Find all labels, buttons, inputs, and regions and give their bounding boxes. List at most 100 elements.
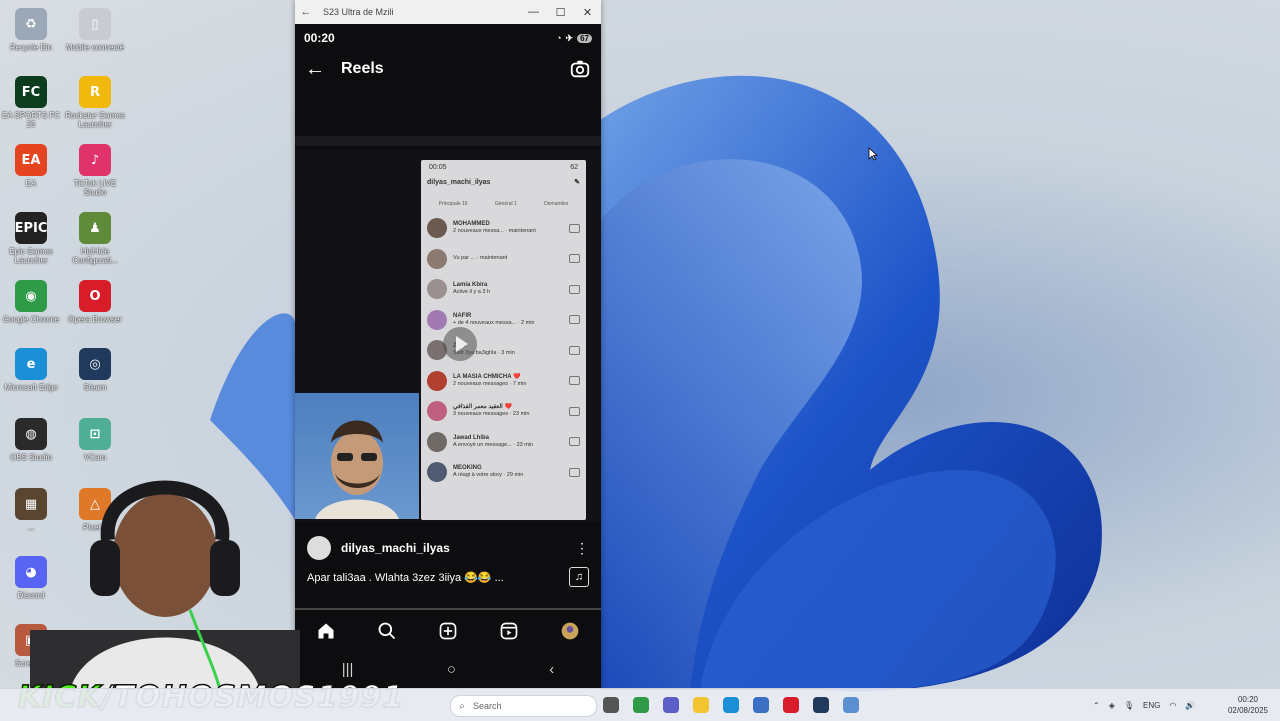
- search-icon[interactable]: [377, 621, 397, 641]
- wifi-icon[interactable]: ◠: [1169, 701, 1176, 710]
- taskbar-app-edge-icon[interactable]: [723, 697, 739, 713]
- mouse-cursor-icon: [868, 147, 878, 161]
- window-titlebar[interactable]: ← S23 Ultra de Mzili — ☐ ✕: [295, 0, 601, 24]
- desktop-icon[interactable]: O Opera Browser: [64, 280, 126, 324]
- maximize-button[interactable]: ☐: [547, 6, 574, 19]
- desktop-icon-label: Steam: [83, 383, 107, 392]
- clock-time: 00:20: [1237, 695, 1259, 704]
- list-item: Jawad Lhiba A envoyé un message... · 23 m…: [421, 427, 586, 458]
- list-item: LA MASIA CHMICHA ❤️ 2 nouveaux messages ·…: [421, 366, 586, 397]
- home-icon[interactable]: [316, 621, 336, 641]
- app-icon: R: [79, 76, 111, 108]
- desktop-icon[interactable]: ♪ TikTok LIVE Studio: [64, 144, 126, 197]
- camera-icon: [569, 345, 580, 355]
- message-preview: + de 4 nouveaux messa... · 2 min: [453, 319, 535, 326]
- desktop-icon[interactable]: ◍ OBS Studio: [0, 418, 62, 462]
- taskbar-app-store-icon[interactable]: [753, 697, 769, 713]
- taskbar-app-task-view-icon[interactable]: [603, 697, 619, 713]
- reel-video[interactable]: 00:05 62 dilyas_machi_ilyas ✎ Principale…: [295, 136, 601, 522]
- chevron-up-icon[interactable]: ⌃: [1093, 701, 1100, 710]
- desktop-icon[interactable]: ♻ Recycle Bin: [0, 8, 62, 52]
- desktop-icon[interactable]: ◎ Steam: [64, 348, 126, 392]
- more-options-icon[interactable]: ⋮: [575, 540, 589, 557]
- list-item: Lamia Kbira Active il y a 3 h: [421, 274, 586, 305]
- camera-icon: [569, 406, 580, 416]
- recent-apps-icon[interactable]: |||: [342, 661, 354, 678]
- network-icon[interactable]: ◈: [1109, 701, 1115, 710]
- reel-progress-bar[interactable]: [295, 608, 601, 610]
- app-icon: ▯: [79, 8, 111, 40]
- music-icon[interactable]: ♫: [569, 567, 589, 587]
- message-preview: 2 nouveaux messages · 7 min: [453, 380, 527, 387]
- app-icon: EPIC: [15, 212, 47, 244]
- desktop-icon-label: Mobile connecté: [65, 43, 125, 52]
- avatar: [427, 218, 447, 239]
- window-title: S23 Ultra de Mzili: [323, 7, 394, 17]
- reel-webcam-inset: [295, 393, 419, 519]
- desktop-icon[interactable]: FC EA SPORTS FC 25: [0, 76, 62, 129]
- person-image: [315, 420, 399, 519]
- app-icon: ♟: [79, 212, 111, 244]
- profile-icon[interactable]: [560, 621, 580, 641]
- play-icon[interactable]: [443, 327, 477, 361]
- app-icon: EA: [15, 144, 47, 176]
- status-time: 00:20: [304, 31, 335, 45]
- camera-icon: [569, 223, 580, 233]
- shot-tab: Général 1: [494, 201, 517, 207]
- message-preview: Active il y a 3 h: [453, 289, 490, 296]
- caption-text[interactable]: Apar tali3aa . Wlahta 3zez 3iiya 😂😂 ...: [307, 571, 569, 584]
- app-icon: ◎: [79, 348, 111, 380]
- list-item: MOHAMMED 2 nouveaux messa... · maintenant: [421, 213, 586, 244]
- avatar: [427, 279, 447, 300]
- desktop-icon-label: Recycle Bin: [9, 43, 53, 52]
- language-indicator[interactable]: ENG: [1143, 701, 1160, 710]
- volume-icon[interactable]: 🔊: [1185, 701, 1195, 710]
- battery-icon: 67: [577, 33, 592, 43]
- emulator-window[interactable]: ← S23 Ultra de Mzili — ☐ ✕ 00:20 ◔ ✈ 67 …: [295, 0, 601, 688]
- desktop-icon[interactable]: ◉ Google Chrome: [0, 280, 62, 324]
- taskbar-app-chrome-icon[interactable]: [633, 697, 649, 713]
- avatar: [427, 401, 447, 422]
- taskbar-app-mobile-icon[interactable]: [843, 697, 859, 713]
- streamer-webcam: [30, 480, 300, 690]
- app-icon: O: [79, 280, 111, 312]
- wifi-icon: ◔: [556, 33, 562, 43]
- taskbar-app-teams-icon[interactable]: [663, 697, 679, 713]
- desktop-icon[interactable]: ▯ Mobile connecté: [64, 8, 126, 52]
- message-sender: MEOKING: [453, 465, 482, 472]
- desktop-icon-label: TikTok LIVE Studio: [73, 179, 117, 197]
- home-button-icon[interactable]: ○: [447, 661, 456, 678]
- search-icon: ⌕: [459, 700, 465, 712]
- app-icon: ♻: [15, 8, 47, 40]
- desktop-icon[interactable]: ⊡ VCam: [64, 418, 126, 462]
- reel-meta: dilyas_machi_ilyas ⋮ Apar tali3aa . Wlah…: [295, 532, 601, 590]
- camera-icon[interactable]: [569, 58, 591, 80]
- reels-icon[interactable]: [499, 621, 519, 641]
- taskbar-app-opera-icon[interactable]: [783, 697, 799, 713]
- create-icon[interactable]: [438, 621, 458, 641]
- minimize-button[interactable]: —: [520, 6, 547, 18]
- shot-time: 00:05: [429, 164, 447, 171]
- desktop-icon[interactable]: EA EA: [0, 144, 62, 188]
- desktop-icon[interactable]: e Microsoft Edge: [0, 348, 62, 392]
- close-button[interactable]: ✕: [574, 6, 601, 19]
- window-back-button[interactable]: ←: [295, 6, 317, 18]
- desktop-icon-label: EA SPORTS FC 25: [1, 111, 61, 129]
- back-arrow-icon[interactable]: ←: [305, 58, 341, 81]
- mic-icon[interactable]: 🎙: [1124, 701, 1134, 710]
- camera-icon: [569, 315, 580, 325]
- desktop-icon[interactable]: ♟ HidHide Configurati...: [64, 212, 126, 265]
- app-icon: ◍: [15, 418, 47, 450]
- taskbar-search[interactable]: ⌕ Search: [450, 695, 597, 717]
- system-tray: ⌃ ◈ 🎙 ENG ◠ 🔊: [1093, 689, 1195, 721]
- desktop-icon[interactable]: R Rockstar Games Launcher: [64, 76, 126, 129]
- avatar[interactable]: [307, 536, 331, 560]
- author-name[interactable]: dilyas_machi_ilyas: [341, 541, 575, 555]
- reel-author[interactable]: dilyas_machi_ilyas ⋮: [295, 532, 601, 564]
- taskbar-app-steam-icon[interactable]: [813, 697, 829, 713]
- desktop-icon[interactable]: EPIC Epic Games Launcher: [0, 212, 62, 265]
- taskbar-app-explorer-icon[interactable]: [693, 697, 709, 713]
- camera-icon: [569, 376, 580, 386]
- back-icon[interactable]: ‹: [549, 661, 554, 678]
- taskbar-clock[interactable]: 00:20 02/08/2025: [1222, 694, 1274, 716]
